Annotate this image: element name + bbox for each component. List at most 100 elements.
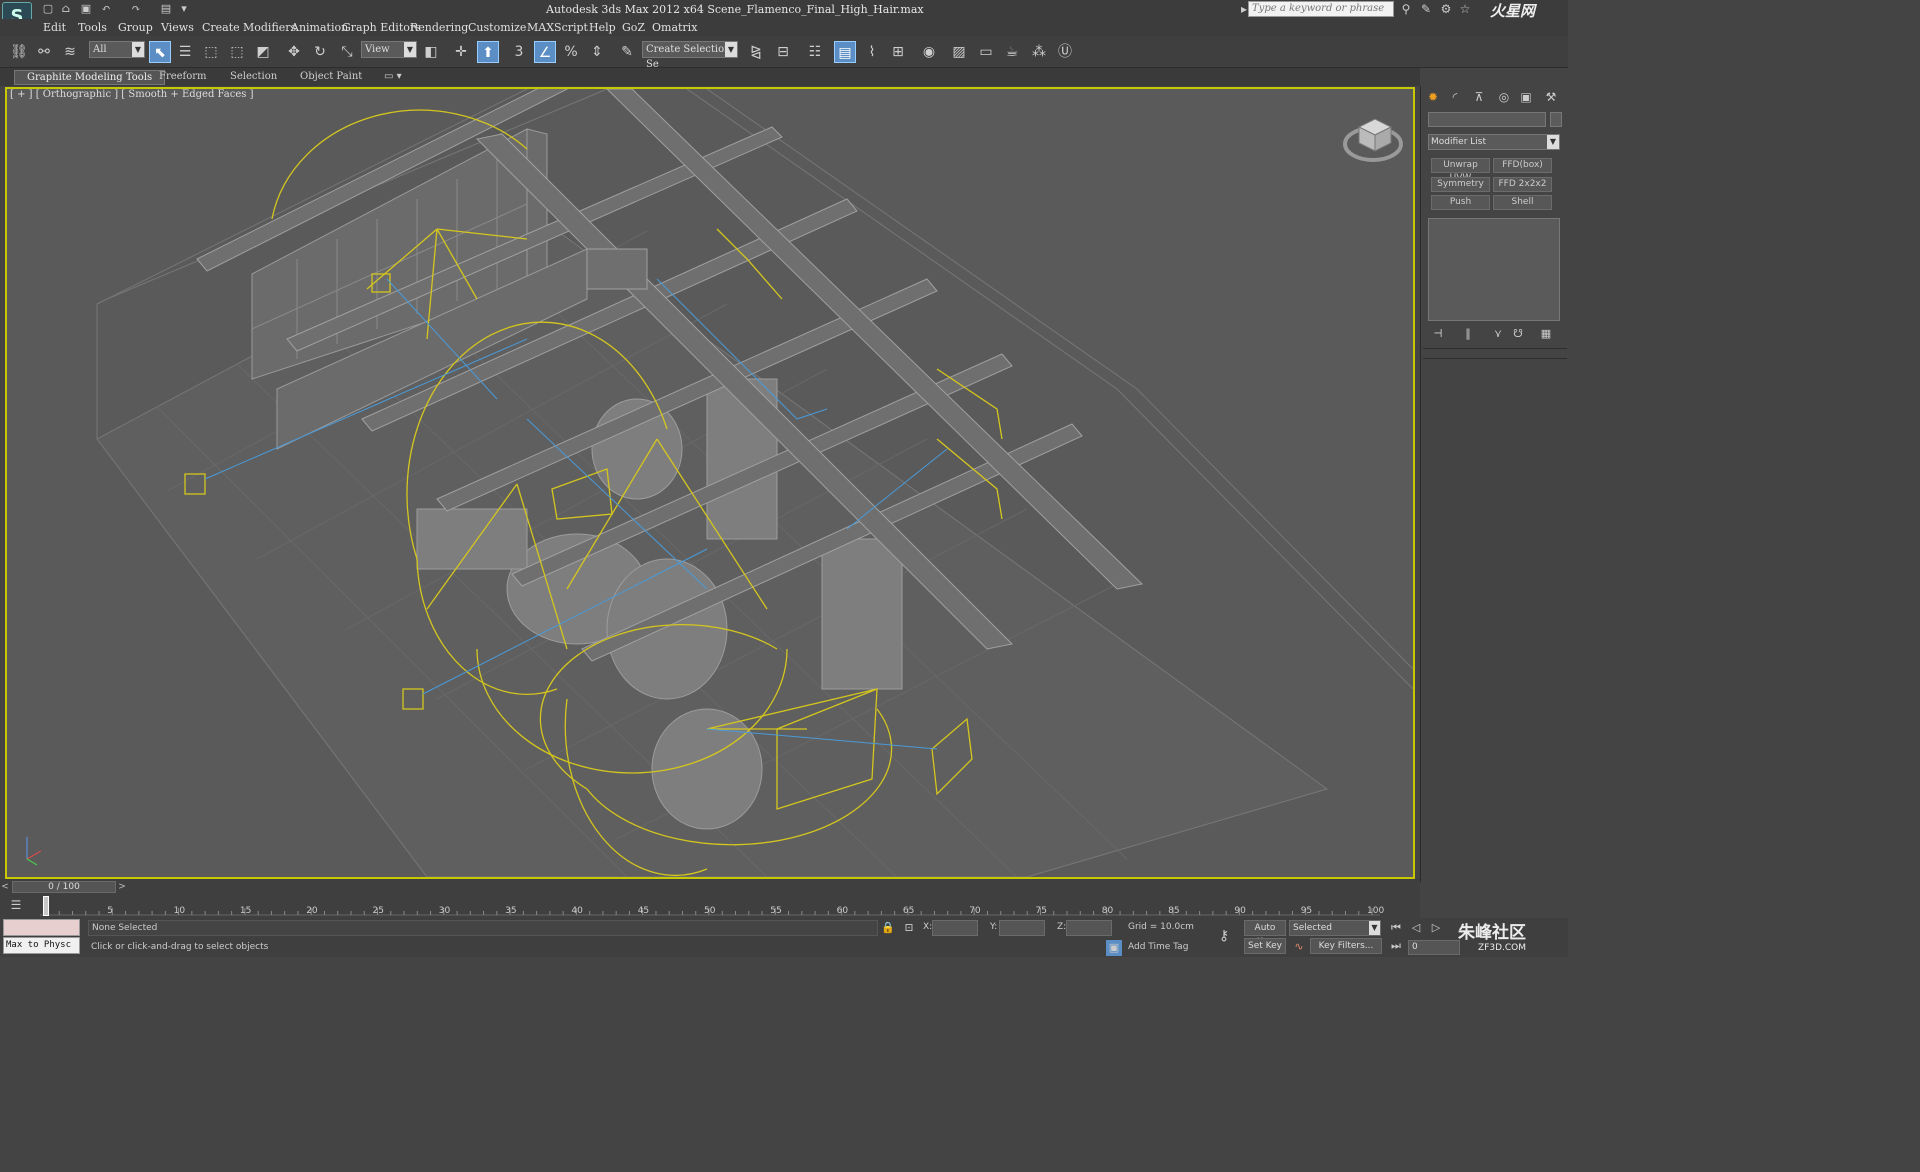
time-tag-icon[interactable]: ▣ [1106, 940, 1122, 956]
pivot-center-icon[interactable]: ◧ [420, 41, 442, 63]
percent-snap-icon[interactable]: % [560, 41, 582, 63]
render-setup-icon[interactable]: ▨ [948, 41, 970, 63]
select-move-icon[interactable]: ◩ [252, 41, 274, 63]
remove-modifier-icon[interactable]: ☋ [1509, 327, 1527, 341]
z-coord-field[interactable] [1066, 920, 1112, 936]
x-coord-field[interactable] [932, 920, 978, 936]
layer-manager-icon[interactable]: ☷ [804, 41, 826, 63]
key-mode-toggle-icon[interactable]: ⏭ [1388, 938, 1404, 954]
keyboard-shortcut-override-icon[interactable]: ⬆ [477, 41, 499, 63]
angle-snap-icon[interactable]: ∠ [534, 41, 556, 63]
maxscript-listener-input[interactable] [3, 919, 80, 936]
tools-icon[interactable]: ✎ [1418, 2, 1434, 16]
tab-object-paint[interactable]: Object Paint [288, 70, 374, 85]
select-by-name-icon[interactable]: ☰ [174, 41, 196, 63]
named-selection-dropdown[interactable]: Create Selection Se ▼ [642, 41, 738, 70]
curve-editor-icon[interactable]: ⌇ [861, 41, 883, 63]
menu-customize[interactable]: Customize [468, 21, 526, 34]
previous-frame-icon[interactable]: ◁ [1408, 920, 1424, 936]
schematic-view-icon[interactable]: ⊞ [887, 41, 909, 63]
shell-button[interactable]: Shell [1493, 195, 1552, 210]
search-input[interactable]: Type a keyword or phrase [1248, 1, 1394, 17]
graphite-toggle-icon[interactable]: ▤ [834, 41, 856, 63]
menu-goz[interactable]: GoZ [622, 21, 645, 34]
plugin-u-icon[interactable]: Ⓤ [1054, 41, 1076, 63]
symmetry-button[interactable]: Symmetry [1431, 177, 1490, 192]
exchange-icon[interactable]: ⚙ [1438, 2, 1454, 16]
add-time-tag[interactable]: Add Time Tag [1128, 942, 1188, 952]
menu-views[interactable]: Views [161, 21, 194, 34]
time-slider-prev-icon[interactable]: < [0, 881, 10, 893]
selection-filter-dropdown[interactable]: All ▼ [89, 41, 145, 58]
menu-graph-editors[interactable]: Graph Editors [342, 21, 421, 34]
hierarchy-tab-icon[interactable]: ⊼ [1470, 89, 1488, 105]
key-curve-icon[interactable]: ∿ [1291, 939, 1307, 955]
auto-key-button[interactable]: Auto Key [1244, 920, 1286, 947]
select-manipulate-icon[interactable]: ✛ [450, 41, 472, 63]
tab-freeform[interactable]: Freeform [147, 70, 219, 85]
object-name-field[interactable] [1428, 112, 1546, 127]
tab-graphite-modeling-tools[interactable]: Graphite Modeling Tools [14, 70, 166, 85]
mirror-icon[interactable]: ⧎ [745, 41, 767, 63]
viewport-label[interactable]: [ + ] [ Orthographic ] [ Smooth + Edged … [10, 89, 254, 100]
go-to-start-icon[interactable]: ⏮ [1388, 920, 1404, 936]
ffd-2x2x2-button[interactable]: FFD 2x2x2 [1493, 177, 1552, 192]
modify-tab-icon[interactable]: ◜ [1446, 89, 1464, 105]
key-filters-button[interactable]: Key Filters... [1310, 938, 1382, 954]
reference-coord-dropdown[interactable]: View ▼ [361, 41, 417, 58]
unlink-icon[interactable]: ⚯ [33, 41, 55, 63]
set-key-button[interactable]: Set Key [1244, 938, 1286, 954]
view-cube[interactable] [1343, 118, 1403, 162]
pin-stack-icon[interactable]: ⊣ [1429, 327, 1447, 341]
snaps-toggle-icon[interactable]: 3 [508, 41, 530, 63]
object-color-swatch[interactable] [1550, 112, 1562, 127]
menu-omatrix[interactable]: Omatrix [652, 21, 697, 34]
particle-icon[interactable]: ⁂ [1028, 41, 1050, 63]
time-slider-next-icon[interactable]: > [117, 881, 127, 893]
menu-animation[interactable]: Animation [291, 21, 348, 34]
menu-group[interactable]: Group [118, 21, 153, 34]
star-icon[interactable]: ☆ [1457, 2, 1473, 16]
create-tab-icon[interactable]: ✹ [1424, 89, 1442, 105]
maxscript-mini-listener[interactable]: Max to Physc [3, 937, 80, 954]
lock-icon[interactable]: 🔒 [880, 920, 896, 936]
menu-create[interactable]: Create [202, 21, 240, 34]
save-icon[interactable]: ▣ [78, 2, 94, 16]
spinner-snap-icon[interactable]: ⇕ [586, 41, 608, 63]
render-teapot-icon[interactable]: ☕ [1001, 41, 1023, 63]
menu-maxscript[interactable]: MAXScript [527, 21, 588, 34]
window-crossing-icon[interactable]: ⬚ [226, 41, 248, 63]
show-end-result-icon[interactable]: ‖ [1459, 327, 1477, 341]
utilities-tab-icon[interactable]: ⚒ [1542, 89, 1560, 105]
absolute-mode-icon[interactable]: ⊡ [901, 920, 917, 936]
material-editor-icon[interactable]: ◉ [918, 41, 940, 63]
viewport-orthographic[interactable]: [ + ] [ Orthographic ] [ Smooth + Edged … [5, 87, 1415, 879]
select-object-icon[interactable]: ⬉ [149, 41, 171, 63]
y-coord-field[interactable] [999, 920, 1045, 936]
time-slider[interactable]: 0 / 100 [12, 881, 116, 893]
align-icon[interactable]: ⊟ [772, 41, 794, 63]
menu-help[interactable]: Help [589, 21, 616, 34]
menu-modifiers[interactable]: Modifiers [243, 21, 296, 34]
undo-icon[interactable]: ↶ [98, 2, 114, 16]
binoculars-icon[interactable]: ⚲ [1398, 2, 1414, 16]
play-icon[interactable]: ▷ [1428, 920, 1444, 936]
display-tab-icon[interactable]: ▣ [1517, 89, 1535, 105]
move-icon[interactable]: ✥ [283, 41, 305, 63]
scale-icon[interactable]: ⤡ [336, 41, 358, 63]
ribbon-options-icon[interactable]: ▭ ▾ [372, 70, 414, 85]
link-icon[interactable]: ⛓ [8, 41, 30, 63]
current-frame-marker[interactable] [43, 896, 49, 916]
key-icon[interactable]: ⚷ [1216, 928, 1232, 944]
configure-sets-icon[interactable]: ▦ [1537, 327, 1555, 341]
rect-selection-icon[interactable]: ⬚ [200, 41, 222, 63]
edit-named-selection-icon[interactable]: ✎ [616, 41, 638, 63]
modifier-stack[interactable] [1428, 218, 1560, 321]
menu-edit[interactable]: Edit [43, 21, 66, 34]
menu-tools[interactable]: Tools [78, 21, 107, 34]
modifier-list-dropdown[interactable]: Modifier List ▼ [1428, 134, 1560, 150]
redo-icon[interactable]: ↷ [128, 2, 144, 16]
project-folder-icon[interactable]: ▤ [158, 2, 174, 16]
rendered-frame-icon[interactable]: ▭ [975, 41, 997, 63]
bind-spacewarp-icon[interactable]: ≋ [59, 41, 81, 63]
